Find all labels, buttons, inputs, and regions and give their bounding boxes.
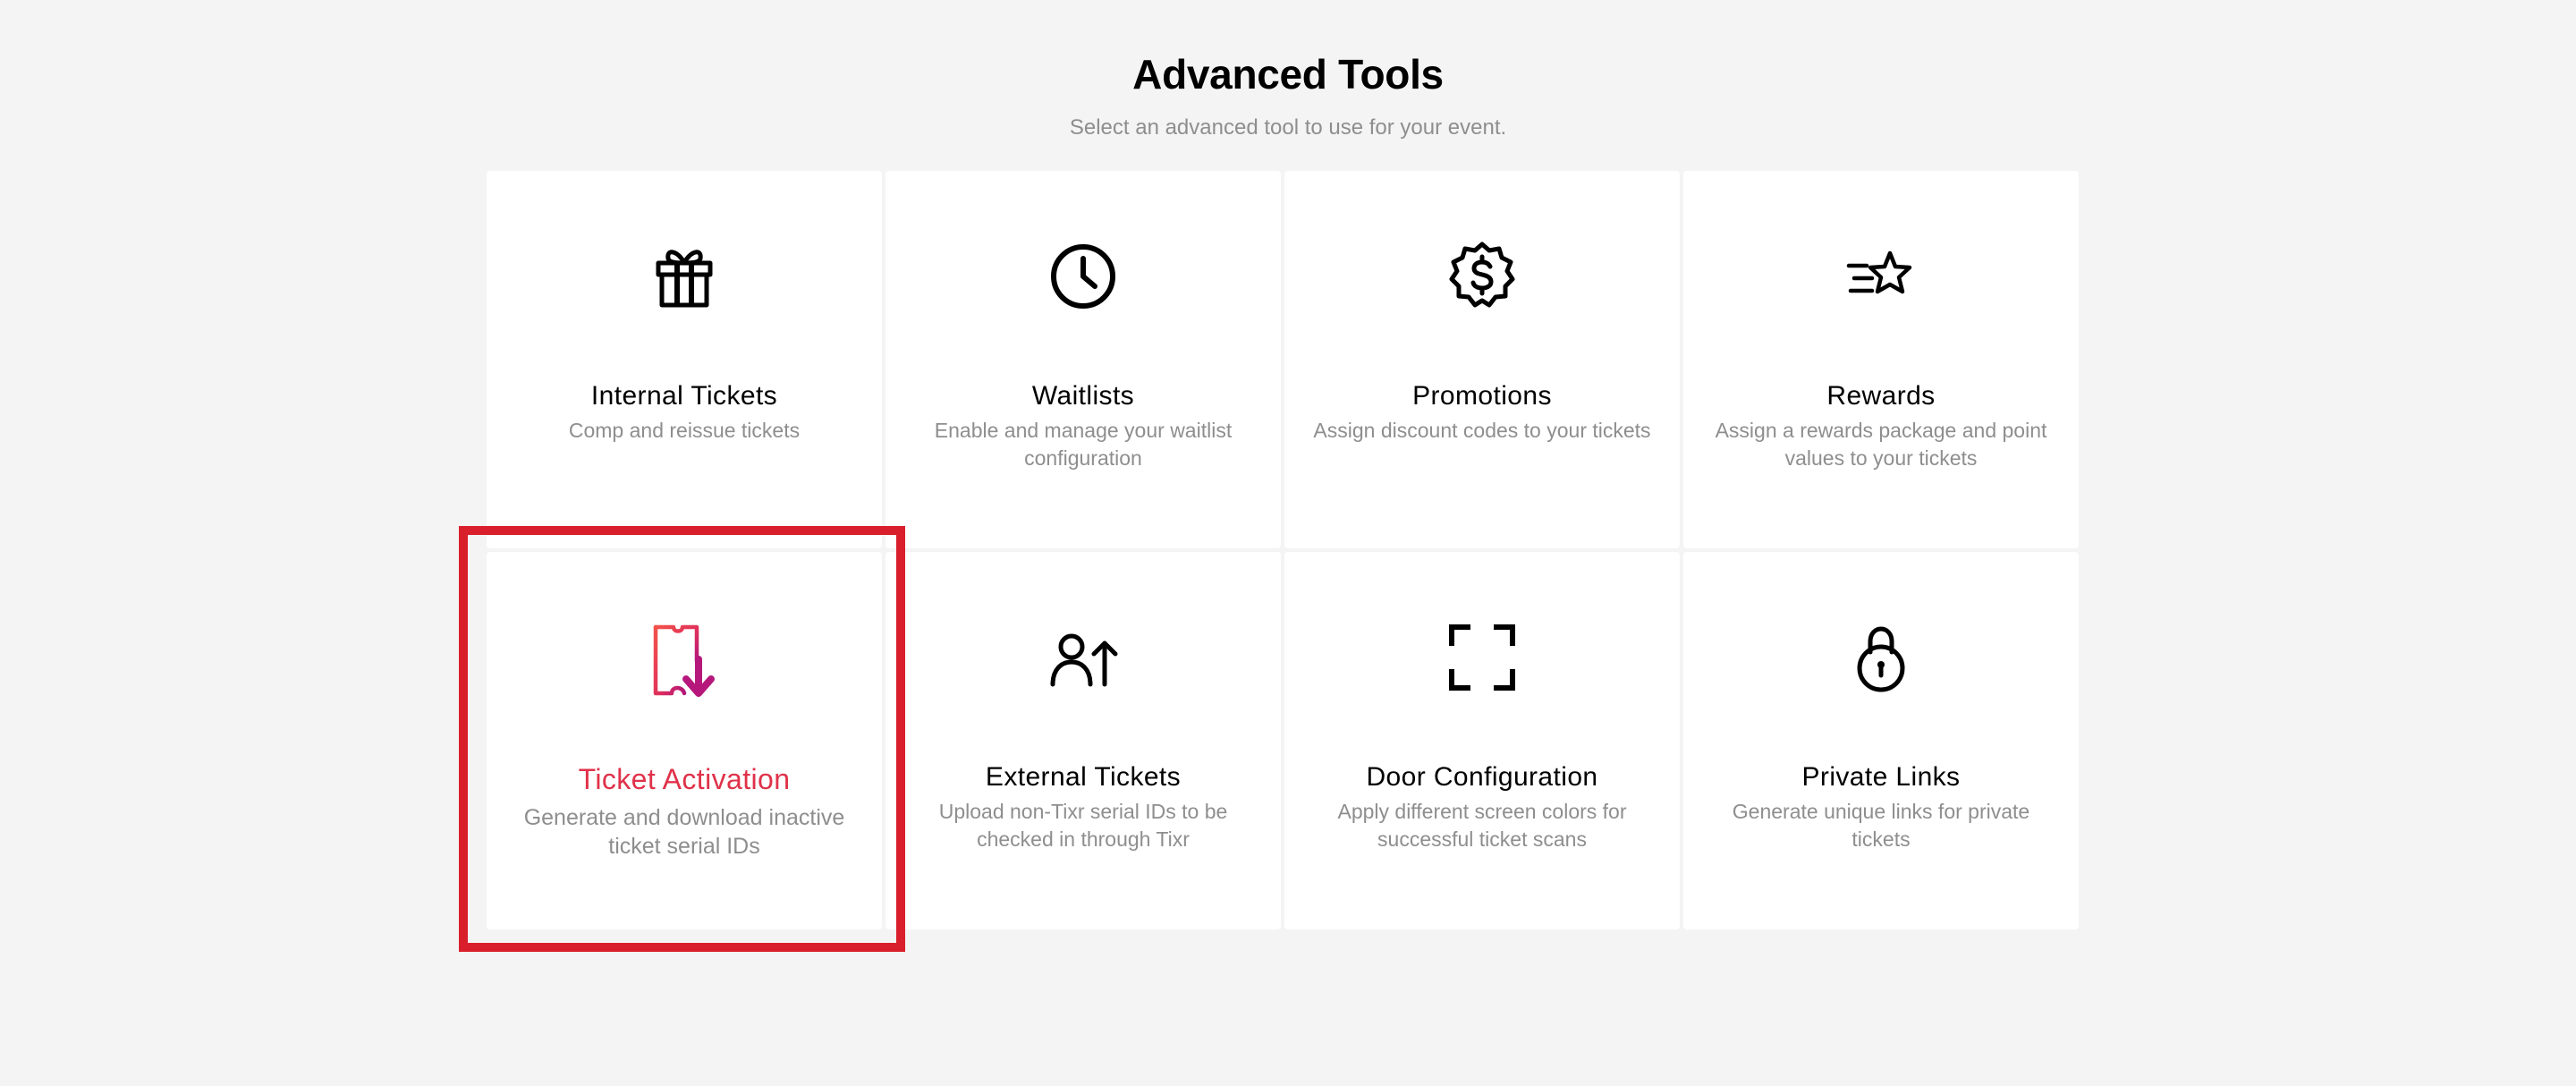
tool-card-rewards[interactable]: Rewards Assign a rewards package and poi…	[1683, 171, 2079, 548]
ticket-download-icon	[647, 624, 722, 699]
tool-card-promotions[interactable]: Promotions Assign discount codes to your…	[1284, 171, 1680, 548]
tool-title: External Tickets	[985, 762, 1182, 792]
tool-card-ticket-activation[interactable]: Ticket Activation Generate and download …	[487, 552, 882, 929]
padlock-icon	[1843, 620, 1919, 695]
tool-description: Assign discount codes to your tickets	[1313, 419, 1651, 442]
tool-card-door-configuration[interactable]: Door Configuration Apply different scree…	[1284, 552, 1680, 929]
tool-description: Enable and manage your waitlist configur…	[934, 419, 1233, 470]
tool-title: Ticket Activation	[578, 763, 791, 795]
page-title: Advanced Tools	[1132, 51, 1444, 98]
tool-description: Comp and reissue tickets	[568, 419, 801, 442]
tool-description: Apply different screen colors for succes…	[1337, 800, 1627, 851]
tool-card-private-links[interactable]: Private Links Generate unique links for …	[1683, 552, 2079, 929]
tool-description: Generate unique links for private ticket…	[1732, 800, 2030, 851]
tool-title: Rewards	[1826, 381, 1936, 411]
advanced-tools-page: Advanced Tools Select an advanced tool t…	[0, 0, 2576, 1086]
gift-icon	[647, 239, 722, 314]
tool-card-waitlists[interactable]: Waitlists Enable and manage your waitlis…	[886, 171, 1281, 548]
user-upload-icon	[1046, 620, 1121, 695]
tool-title: Door Configuration	[1366, 762, 1598, 792]
tool-title: Private Links	[1801, 762, 1961, 792]
page-subtitle: Select an advanced tool to use for your …	[1069, 115, 1507, 140]
dollar-badge-icon	[1445, 239, 1520, 314]
clock-icon	[1046, 239, 1121, 314]
tool-title: Promotions	[1412, 381, 1552, 411]
tool-description: Assign a rewards package and point value…	[1715, 419, 2047, 470]
tools-grid: Internal Tickets Comp and reissue ticket…	[487, 171, 2080, 929]
tool-title: Internal Tickets	[590, 381, 778, 411]
star-speed-icon	[1843, 239, 1919, 314]
tool-description: Generate and download inactive ticket se…	[523, 805, 845, 859]
tool-title: Waitlists	[1031, 381, 1135, 411]
tool-card-internal-tickets[interactable]: Internal Tickets Comp and reissue ticket…	[487, 171, 882, 548]
scan-frame-icon	[1445, 620, 1520, 695]
tool-description: Upload non-Tixr serial IDs to be checked…	[938, 800, 1228, 851]
page-header: Advanced Tools Select an advanced tool t…	[0, 45, 2576, 141]
tool-card-external-tickets[interactable]: External Tickets Upload non-Tixr serial …	[886, 552, 1281, 929]
